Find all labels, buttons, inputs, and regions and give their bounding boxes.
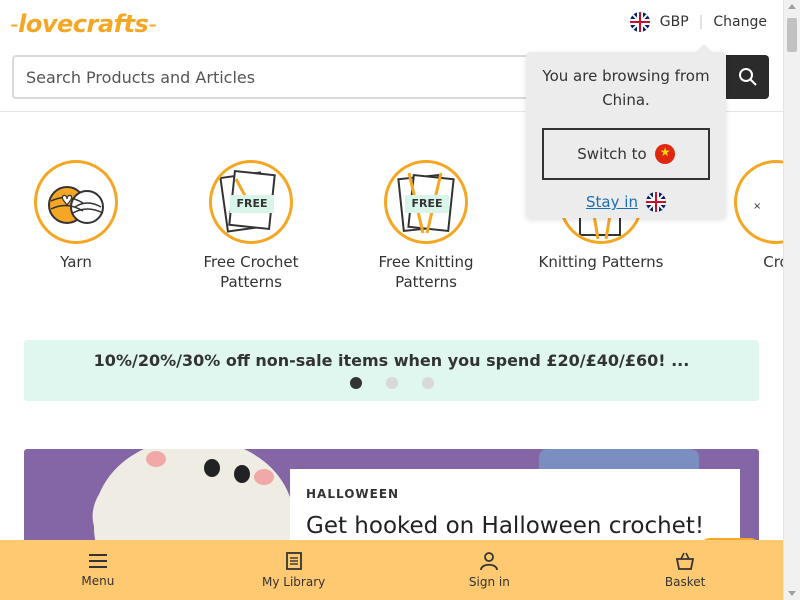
library-book-icon bbox=[285, 552, 302, 570]
bottom-navigation: Menu My Library Sign in Basket bbox=[0, 540, 783, 600]
logo-text: lovecrafts bbox=[18, 10, 149, 38]
nav-menu[interactable]: Menu bbox=[0, 540, 196, 600]
category-free-knitting-patterns[interactable]: FREE Free Knitting Patterns bbox=[351, 160, 501, 292]
switch-label: Switch to bbox=[577, 145, 647, 163]
category-free-crochet-patterns[interactable]: FREE Free Crochet Patterns bbox=[176, 160, 326, 292]
hamburger-menu-icon bbox=[88, 554, 107, 568]
yarn-balls-icon bbox=[34, 160, 118, 244]
carousel-dot-3[interactable] bbox=[421, 377, 434, 389]
change-currency-link[interactable]: Change bbox=[713, 14, 767, 30]
carousel-dot-1[interactable] bbox=[349, 377, 362, 389]
nav-my-library[interactable]: My Library bbox=[196, 540, 392, 600]
nav-menu-label: Menu bbox=[81, 574, 115, 588]
category-yarn[interactable]: Yarn bbox=[1, 160, 151, 272]
nav-sign-in-label: Sign in bbox=[468, 575, 510, 589]
promo-text: 10%/20%/30% off non-sale items when you … bbox=[93, 351, 690, 370]
uk-flag-icon bbox=[645, 192, 666, 212]
category-label: Knitting Patterns bbox=[538, 253, 664, 271]
currency-separator: | bbox=[698, 14, 704, 30]
svg-text:×: × bbox=[753, 201, 761, 212]
nav-library-label: My Library bbox=[262, 575, 326, 589]
basket-icon bbox=[676, 552, 695, 570]
scroll-thumb[interactable] bbox=[787, 18, 797, 52]
currency-code: GBP bbox=[659, 14, 689, 30]
search-button[interactable] bbox=[726, 55, 769, 99]
stay-in-row: Stay in bbox=[526, 192, 726, 212]
scroll-up-arrow-icon[interactable] bbox=[788, 4, 796, 9]
crochet-pattern-icon: FREE bbox=[209, 160, 293, 244]
lovecrafts-logo[interactable]: -lovecrafts- bbox=[10, 10, 157, 38]
hero-title: Get hooked on Halloween crochet! bbox=[306, 513, 705, 539]
knitting-pattern-icon: FREE bbox=[384, 160, 468, 244]
search-icon bbox=[738, 68, 757, 86]
switch-region-button[interactable]: Switch to bbox=[542, 128, 710, 180]
china-flag-icon bbox=[654, 144, 675, 164]
category-label: Free Crochet Patterns bbox=[203, 253, 299, 291]
carousel-dot-2[interactable] bbox=[385, 377, 398, 389]
nav-basket[interactable]: Basket bbox=[587, 540, 783, 600]
scroll-down-arrow-icon[interactable] bbox=[788, 591, 796, 596]
category-label: Cro bbox=[763, 253, 783, 271]
stay-in-link[interactable]: Stay in bbox=[586, 193, 638, 211]
nav-basket-label: Basket bbox=[664, 575, 706, 589]
carousel-dots bbox=[24, 377, 759, 389]
location-message: You are browsing from China. bbox=[542, 67, 710, 109]
category-label: Free Knitting Patterns bbox=[378, 253, 474, 291]
currency-bar: GBP | Change bbox=[629, 12, 767, 32]
nav-sign-in[interactable]: Sign in bbox=[392, 540, 588, 600]
location-popup: You are browsing from China. Switch to S… bbox=[526, 44, 726, 218]
uk-flag-icon bbox=[629, 12, 650, 32]
vertical-scrollbar[interactable] bbox=[783, 0, 800, 600]
promo-banner[interactable]: 10%/20%/30% off non-sale items when you … bbox=[24, 340, 759, 401]
free-badge: FREE bbox=[405, 195, 449, 213]
user-icon bbox=[480, 552, 499, 571]
category-label: Yarn bbox=[60, 253, 92, 271]
hero-kicker: HALLOWEEN bbox=[306, 487, 400, 501]
crochet-icon: × bbox=[734, 160, 783, 244]
free-badge: FREE bbox=[230, 195, 274, 213]
